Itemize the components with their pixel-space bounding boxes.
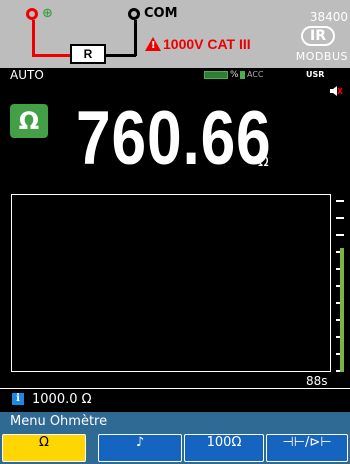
bargraph-scale	[336, 200, 350, 372]
com-wire	[134, 20, 137, 56]
graph-time-span: 88s	[306, 374, 328, 388]
measurement-unit: Ω	[258, 154, 269, 170]
baud-rate: 38400	[309, 10, 348, 24]
status-row: AUTO % ACC USR	[0, 68, 350, 82]
softkey-ohm[interactable]: Ω	[2, 434, 86, 462]
category-rating: 1000V CAT III	[163, 36, 251, 52]
battery-level-icon	[240, 71, 245, 79]
plus-wire	[32, 20, 35, 56]
measurement-value: 760.66	[76, 96, 272, 181]
bargraph-level	[340, 248, 344, 372]
acc-label: ACC	[247, 70, 264, 79]
reference-value: 1000.0 Ω	[32, 392, 92, 407]
info-icon: i	[12, 393, 24, 405]
resistor-symbol: R	[70, 44, 106, 64]
range-mode-label: AUTO	[10, 68, 44, 82]
ohm-function-badge: Ω	[10, 104, 48, 138]
protocol-label: MODBUS	[295, 50, 348, 63]
com-terminal-icon	[128, 8, 140, 20]
scale-tick	[336, 217, 344, 219]
usr-label: USR	[306, 70, 325, 79]
softkey-range-100ohm[interactable]: 100Ω	[184, 434, 264, 462]
menu-title: Menu Ohmètre	[0, 412, 350, 432]
warning-icon	[145, 37, 161, 51]
battery-percent: %	[230, 70, 239, 80]
divider	[0, 388, 350, 389]
softkey-continuity-beep[interactable]: ♪	[98, 434, 182, 462]
battery-icon	[204, 71, 228, 79]
plus-wire-horizontal	[32, 54, 72, 57]
scale-tick	[336, 234, 344, 236]
speaker-mute-icon	[330, 86, 343, 96]
com-wire-horizontal	[106, 54, 136, 57]
connection-diagram: ⊕ COM R 1000V CAT III 38400 IR MODBUS	[0, 0, 350, 68]
plus-terminal-label: ⊕	[42, 6, 53, 21]
plus-terminal-icon	[26, 8, 38, 20]
softkey-diode[interactable]: ⊣⊢/⊳⊢	[266, 434, 348, 462]
info-row: i 1000.0 Ω	[0, 390, 350, 410]
scale-tick	[336, 200, 344, 202]
trend-graph	[11, 194, 331, 372]
com-terminal-label: COM	[144, 6, 178, 21]
softkey-bar: Ω ♪ 100Ω ⊣⊢/⊳⊢	[0, 432, 350, 464]
ir-indicator: IR	[301, 26, 335, 46]
